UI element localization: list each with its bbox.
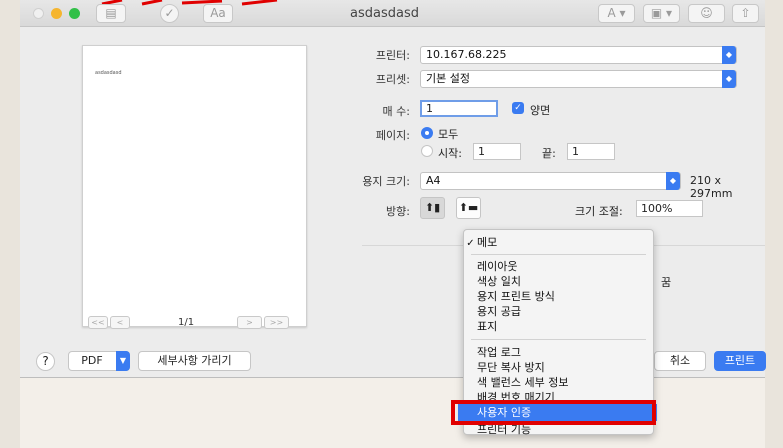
- menu-item-job-log[interactable]: 작업 로그: [464, 346, 653, 359]
- pages-to-field[interactable]: 1: [567, 143, 615, 160]
- pdf-label: PDF: [81, 354, 103, 367]
- print-button[interactable]: 프린트: [714, 351, 766, 371]
- menu-item-paper-feed[interactable]: 용지 공급: [464, 305, 653, 318]
- copies-field[interactable]: 1: [420, 100, 498, 117]
- menu-item-memo[interactable]: ✓ 메모: [464, 236, 653, 249]
- pages-all-radio[interactable]: [421, 127, 433, 139]
- paper-size-label: 용지 크기:: [362, 175, 410, 188]
- window-titlebar: ▤ ✓ Aa asdasdasd A ▾ ▣ ▾ ☺ ⇧: [20, 0, 765, 27]
- paper-dimensions: 210 x 297mm: [690, 174, 733, 200]
- background-left: [0, 0, 20, 448]
- menu-item-cover-page[interactable]: 표지: [464, 320, 653, 333]
- portrait-orientation-icon[interactable]: ⬆▮: [420, 197, 445, 219]
- printer-value: 10.167.68.225: [426, 48, 507, 61]
- first-page-button[interactable]: <<: [88, 316, 108, 329]
- printer-label: 프린터:: [375, 49, 410, 62]
- paper-size-select[interactable]: A4 ◆: [420, 172, 681, 190]
- scale-field[interactable]: 100%: [636, 200, 703, 217]
- duplex-label: 양면: [530, 104, 551, 117]
- next-page-button[interactable]: >: [237, 316, 262, 329]
- account-icon[interactable]: ☺: [688, 4, 725, 23]
- menu-item-color-matching[interactable]: 색상 일치: [464, 275, 653, 288]
- hidden-option-text: 꿈: [661, 276, 672, 289]
- font-icon[interactable]: Aa: [203, 4, 233, 23]
- close-window-button[interactable]: [33, 8, 44, 19]
- page-indicator: 1/1: [178, 317, 195, 328]
- preset-value: 기본 설정: [426, 72, 470, 85]
- chevron-updown-icon: ◆: [722, 70, 736, 88]
- preset-select[interactable]: 기본 설정 ◆: [420, 70, 737, 88]
- hide-details-button[interactable]: 세부사항 가리기: [138, 351, 251, 371]
- preview-doc-text: asdasdasd: [95, 70, 122, 76]
- background-right: [765, 0, 783, 448]
- text-format-icon[interactable]: A ▾: [598, 4, 635, 23]
- markup-icon[interactable]: ✓: [160, 4, 179, 23]
- image-format-icon[interactable]: ▣ ▾: [643, 4, 680, 23]
- pages-range-radio[interactable]: [421, 145, 433, 157]
- duplex-checkbox[interactable]: ✓: [512, 102, 524, 114]
- menu-item-layout[interactable]: 레이아웃: [464, 260, 653, 273]
- maximize-window-button[interactable]: [69, 8, 80, 19]
- pages-all-label: 모두: [438, 128, 459, 141]
- copies-label: 매 수:: [382, 105, 410, 118]
- pages-label: 페이지:: [375, 129, 410, 142]
- landscape-orientation-icon[interactable]: ⬆▬: [456, 197, 481, 219]
- orientation-label: 방향:: [386, 205, 410, 218]
- chevron-updown-icon: ◆: [722, 46, 736, 64]
- paper-size-value: A4: [426, 174, 441, 187]
- menu-item-label: 메모: [477, 236, 498, 249]
- sidebar-icon[interactable]: ▤: [96, 4, 126, 23]
- help-button[interactable]: ?: [36, 352, 55, 371]
- menu-separator: [471, 339, 646, 340]
- menu-item-paper-handling[interactable]: 용지 프린트 방식: [464, 290, 653, 303]
- preset-label: 프리셋:: [375, 73, 410, 86]
- menu-item-copy-protection[interactable]: 무단 복사 방지: [464, 361, 653, 374]
- last-page-button[interactable]: >>: [264, 316, 289, 329]
- pages-from-label: 시작:: [438, 147, 462, 160]
- minimize-window-button[interactable]: [51, 8, 62, 19]
- share-icon[interactable]: ⇧: [732, 4, 759, 23]
- menu-item-color-balance-details[interactable]: 색 밸런스 세부 정보: [464, 376, 653, 389]
- page-preview: asdasdasd: [82, 45, 307, 327]
- red-highlight-box: [451, 400, 656, 425]
- chevron-down-icon: ▼: [116, 351, 130, 371]
- printer-select[interactable]: 10.167.68.225 ◆: [420, 46, 737, 64]
- pdf-menu-button[interactable]: PDF ▼: [68, 351, 130, 371]
- window-title: asdasdasd: [350, 6, 419, 21]
- scale-label: 크기 조절:: [575, 205, 623, 218]
- prev-page-button[interactable]: <: [110, 316, 130, 329]
- menu-separator: [471, 254, 646, 255]
- pages-from-field[interactable]: 1: [473, 143, 521, 160]
- cancel-button[interactable]: 취소: [654, 351, 706, 371]
- checkmark-icon: ✓: [466, 238, 475, 249]
- chevron-updown-icon: ◆: [666, 172, 680, 190]
- pages-to-label: 끝:: [542, 147, 556, 160]
